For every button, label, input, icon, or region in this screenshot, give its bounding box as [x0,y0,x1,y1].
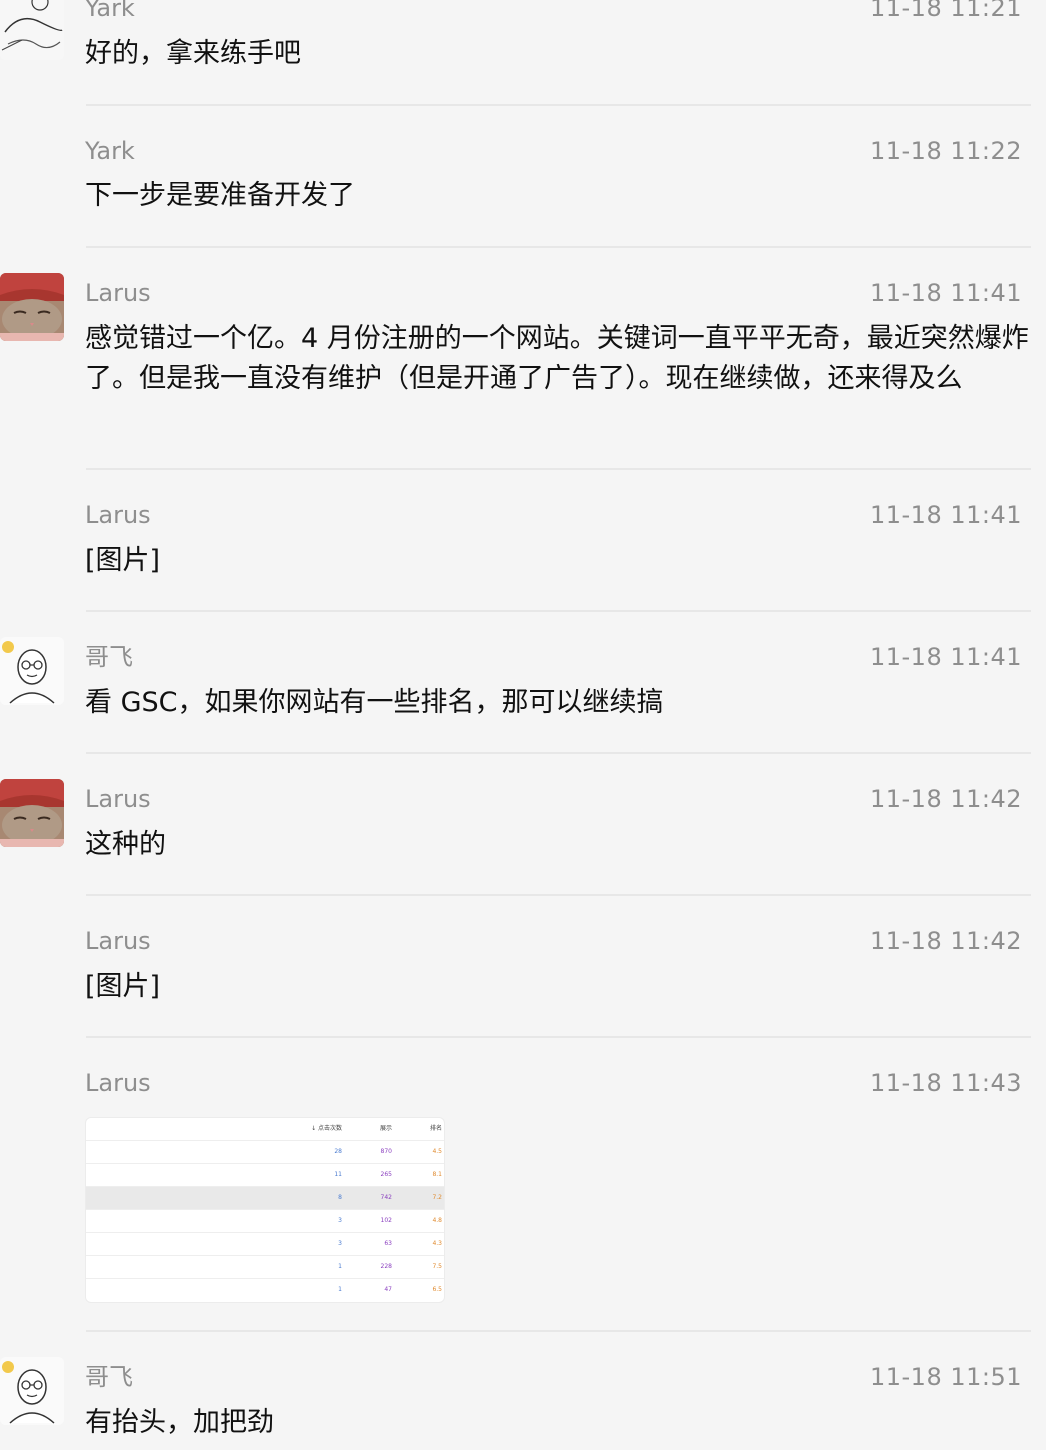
message-text: 感觉错过一个亿。4 月份注册的一个网站。关键词一直平平无奇，最近突然爆炸了。但是… [85,323,1029,394]
thumbnail-cell: 47 [384,1286,392,1293]
thumbnail-cell: 102 [380,1217,392,1224]
divider [86,1330,1031,1332]
timestamp: 11-18 11:21 [869,0,1022,22]
sender-name: Larus [85,785,151,813]
sender-name: Yark [85,137,135,165]
cat-avatar-icon [0,779,64,847]
thumbnail-cell: 265 [380,1171,392,1178]
divider [86,246,1031,248]
avatar[interactable] [0,0,64,60]
thumbnail-header-clicks: ↓ 点击次数 [311,1125,342,1132]
avatar[interactable] [0,779,64,847]
message-text: 下一步是要准备开发了 [85,180,355,211]
thumbnail-row: 11 265 8.1 [86,1164,444,1187]
divider [86,104,1031,106]
sender-name: Yark [85,0,135,22]
sender-name: Larus [85,927,151,955]
timestamp: 11-18 11:42 [869,785,1022,813]
thumbnail-cell: 1 [338,1286,342,1293]
sender-name: 哥飞 [85,643,133,671]
divider [86,610,1031,612]
sender-name: Larus [85,279,151,307]
timestamp: 11-18 11:41 [869,279,1022,307]
thumbnail-cell: 3 [338,1217,342,1224]
thumbnail-cell: 742 [380,1194,392,1201]
sender-name: 哥飞 [85,1363,133,1391]
sender-name: Larus [85,1069,151,1097]
thumbnail-cell: 11 [334,1171,342,1178]
thumbnail-header-impressions: 展示 [379,1125,392,1132]
thumbnail-row: 8 742 7.2 [86,1187,444,1210]
bald-man-avatar-icon [0,1357,64,1425]
divider [86,894,1031,896]
message-text: 这种的 [85,829,166,860]
avatar[interactable] [0,273,64,341]
timestamp: 11-18 11:42 [869,927,1022,955]
divider [86,1036,1031,1038]
thumbnail-cell: 6.5 [432,1286,442,1293]
thumbnail-cell: 3 [338,1240,342,1247]
timestamp: 11-18 11:51 [869,1363,1022,1391]
thumbnail-header: ↓ 点击次数 展示 排名 [86,1118,444,1141]
divider [86,752,1031,754]
timestamp: 11-18 11:22 [869,137,1022,165]
avatar[interactable] [0,1357,64,1425]
sketch-avatar-icon [0,0,64,60]
sender-name: Larus [85,501,151,529]
thumbnail-cell: 8.1 [432,1171,442,1178]
thumbnail-cell: 1 [338,1263,342,1270]
avatar[interactable] [0,637,64,705]
thumbnail-cell: 63 [384,1240,392,1247]
thumbnail-row: 1 47 6.5 [86,1279,444,1301]
message-text: 好的，拿来练手吧 [85,38,301,69]
message-text: 有抬头，加把劲 [85,1407,274,1438]
thumbnail-row: 28 870 4.5 [86,1141,444,1164]
thumbnail-cell: 870 [380,1148,392,1155]
timestamp: 11-18 11:41 [869,501,1022,529]
thumbnail-cell: 4.8 [432,1217,442,1224]
image-thumbnail[interactable]: ↓ 点击次数 展示 排名 28 870 4.5 11 265 8.1 8 742… [85,1117,445,1303]
divider [86,468,1031,470]
thumbnail-cell: 4.5 [432,1148,442,1155]
thumbnail-cell: 8 [338,1194,342,1201]
thumbnail-cell: 4.3 [432,1240,442,1247]
thumbnail-row: 1 228 7.5 [86,1256,444,1279]
thumbnail-cell: 7.5 [432,1263,442,1270]
message-text: 看 GSC，如果你网站有一些排名，那可以继续搞 [85,687,664,718]
thumbnail-cell: 28 [334,1148,342,1155]
thumbnail-row: 3 102 4.8 [86,1210,444,1233]
message-text[interactable]: [图片] [85,967,1030,1007]
cat-avatar-icon [0,273,64,341]
timestamp: 11-18 11:43 [869,1069,1022,1097]
thumbnail-cell: 7.2 [432,1194,442,1201]
message-text[interactable]: [图片] [85,541,1030,581]
thumbnail-header-rank: 排名 [429,1125,442,1132]
thumbnail-row: 3 63 4.3 [86,1233,444,1256]
bald-man-avatar-icon [0,637,64,705]
timestamp: 11-18 11:41 [869,643,1022,671]
thumbnail-cell: 228 [380,1263,392,1270]
